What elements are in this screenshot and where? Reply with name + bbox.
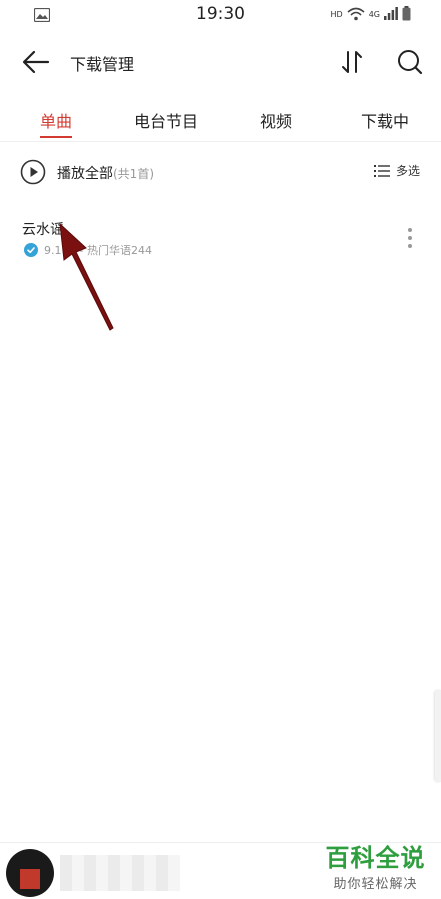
play-circle-icon [20, 159, 46, 185]
back-button[interactable] [20, 48, 52, 76]
play-all-label[interactable]: 播放全部(共1首) [57, 163, 154, 183]
album-cover[interactable] [6, 849, 54, 897]
multi-select-label: 多选 [396, 164, 421, 178]
play-all-row: 播放全部(共1首) 多选 [0, 152, 441, 192]
now-playing-info[interactable] [60, 855, 180, 891]
hd-label: HD [330, 10, 343, 19]
app-header: 下载管理 [0, 40, 441, 84]
tab-singles[interactable]: 单曲 [40, 108, 72, 132]
tab-radio-programs[interactable]: 电台节目 [134, 108, 198, 132]
play-all-button[interactable] [20, 159, 46, 185]
play-all-text: 播放全部 [57, 166, 113, 182]
battery-icon [402, 6, 411, 23]
list-icon [374, 164, 390, 177]
signal-label: 4G [368, 10, 380, 19]
side-handle[interactable] [435, 690, 441, 782]
watermark-subtitle: 助你轻松解决 [333, 877, 418, 892]
sort-button[interactable] [338, 48, 366, 76]
page-title: 下载管理 [70, 55, 135, 74]
sort-icon [342, 51, 362, 73]
status-bar: 19:30 HD 4G [0, 0, 441, 30]
divider [0, 141, 441, 142]
search-icon [398, 50, 423, 75]
track-count: (共1首) [113, 167, 154, 181]
more-options-button[interactable] [404, 226, 416, 250]
back-arrow-icon [22, 50, 50, 74]
annotation-arrow-icon [59, 222, 114, 331]
multi-select-button[interactable]: 多选 [374, 162, 420, 179]
watermark-logo: 百科全说 助你轻松解决 [318, 838, 433, 892]
more-vertical-icon [408, 228, 412, 248]
search-button[interactable] [396, 48, 424, 76]
wifi-icon [347, 7, 365, 23]
watermark-title: 百科全说 [325, 844, 426, 872]
tab-downloading[interactable]: 下载中 [361, 108, 409, 132]
tab-bar: 单曲 电台节目 视频 下载中 [0, 100, 441, 140]
downloaded-check-icon [24, 243, 38, 257]
signal-strength-icon [384, 7, 398, 22]
active-tab-indicator [40, 136, 72, 138]
tab-videos[interactable]: 视频 [260, 108, 292, 132]
status-indicators: HD 4G [331, 6, 411, 23]
